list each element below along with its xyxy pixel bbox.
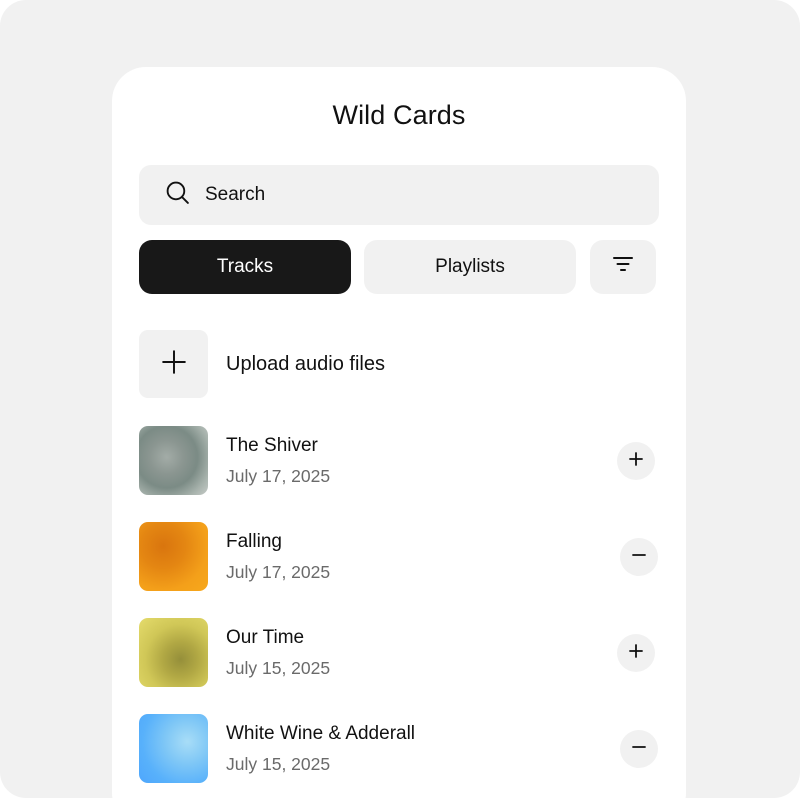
track-artwork bbox=[139, 618, 208, 687]
track-date: July 15, 2025 bbox=[226, 753, 331, 774]
remove-track-button[interactable] bbox=[620, 730, 658, 768]
add-track-button[interactable] bbox=[617, 442, 655, 480]
track-title: Falling bbox=[226, 530, 282, 552]
tab-bar: Tracks Playlists bbox=[139, 240, 659, 294]
app-frame: Wild Cards Search Tracks Playlists Uploa… bbox=[0, 0, 800, 798]
tab-playlists[interactable]: Playlists bbox=[364, 240, 576, 294]
track-row[interactable]: White Wine & Adderall July 15, 2025 bbox=[139, 714, 659, 783]
plus-icon bbox=[161, 349, 187, 380]
track-artwork bbox=[139, 426, 208, 495]
page-title: Wild Cards bbox=[332, 100, 466, 130]
plus-icon bbox=[627, 642, 645, 665]
search-placeholder: Search bbox=[205, 184, 266, 205]
upload-label: Upload audio files bbox=[226, 352, 385, 375]
track-row[interactable]: The Shiver July 17, 2025 bbox=[139, 426, 659, 495]
filter-icon bbox=[611, 252, 635, 282]
upload-audio-button[interactable]: Upload audio files bbox=[139, 330, 659, 398]
add-track-button[interactable] bbox=[617, 634, 655, 672]
search-input[interactable]: Search bbox=[139, 165, 659, 225]
minus-icon bbox=[630, 738, 648, 761]
track-artwork bbox=[139, 714, 208, 783]
library-panel: Wild Cards Search Tracks Playlists Uploa… bbox=[112, 67, 686, 798]
track-row[interactable]: Our Time July 15, 2025 bbox=[139, 618, 659, 687]
remove-track-button[interactable] bbox=[620, 538, 658, 576]
track-row[interactable]: Falling July 17, 2025 bbox=[139, 522, 659, 591]
upload-plus-box bbox=[139, 330, 208, 398]
track-artwork bbox=[139, 522, 208, 591]
track-title: White Wine & Adderall bbox=[226, 722, 416, 744]
plus-icon bbox=[627, 450, 645, 473]
track-title: The Shiver bbox=[226, 434, 318, 456]
minus-icon bbox=[630, 546, 648, 569]
track-title: Our Time bbox=[226, 626, 305, 648]
track-date: July 17, 2025 bbox=[226, 561, 331, 582]
tab-tracks[interactable]: Tracks bbox=[139, 240, 351, 294]
track-date: July 17, 2025 bbox=[226, 465, 331, 486]
filter-button[interactable] bbox=[590, 240, 656, 294]
track-date: July 15, 2025 bbox=[226, 657, 331, 678]
search-icon bbox=[165, 180, 190, 210]
